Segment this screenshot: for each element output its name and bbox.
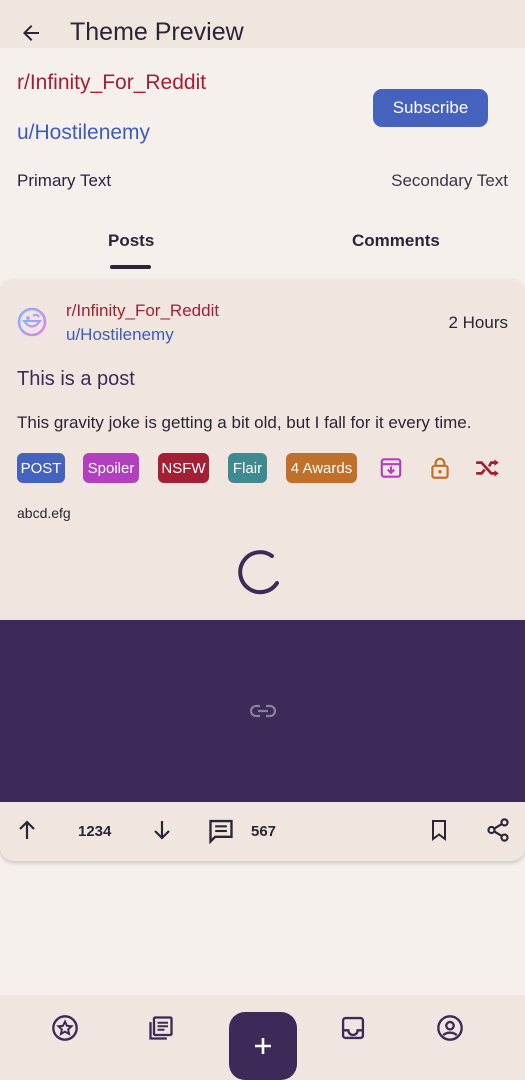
subscribe-button[interactable]: Subscribe [373,89,488,127]
secondary-text-sample: Secondary Text [391,171,508,190]
post-body: This gravity joke is getting a bit old, … [17,413,472,432]
app-bar: Theme Preview [0,0,525,48]
star-circle-icon [52,1015,78,1041]
share-icon [487,818,509,842]
arrow-up-icon [19,820,35,839]
post-author[interactable]: u/Hostilenemy [66,325,174,345]
subreddit-icon [17,307,47,337]
post-subreddit[interactable]: r/Infinity_For_Reddit [66,301,219,321]
post-time: 2 Hours [448,313,508,332]
username[interactable]: u/Hostilenemy [17,121,150,145]
post-card[interactable]: r/Infinity_For_Reddit u/Hostilenemy 2 Ho… [0,279,525,861]
inbox-icon [341,1016,365,1040]
nav-subscriptions-button[interactable] [51,1014,79,1042]
comment-icon [209,819,233,845]
plus-icon [255,1038,271,1054]
page-title: Theme Preview [70,18,244,46]
nsfw-chip[interactable]: NSFW [158,453,209,483]
primary-text-sample: Primary Text [17,171,112,190]
nav-inbox-button[interactable] [339,1014,367,1042]
spoiler-chip[interactable]: Spoiler [83,453,139,483]
comments-button[interactable] [207,817,235,845]
nav-multireddit-button[interactable] [147,1014,175,1042]
arrow-down-icon [154,821,170,840]
tab-posts[interactable]: Posts [108,231,154,251]
crosspost-icon [474,454,502,482]
nav-profile-button[interactable] [436,1014,464,1042]
post-title[interactable]: This is a post [17,368,135,391]
tab-comments[interactable]: Comments [352,231,440,251]
bookmark-icon [432,820,446,841]
account-circle-icon [437,1015,463,1041]
post-action-bar: 1234 567 [0,802,525,861]
vote-score: 1234 [78,823,112,840]
save-button[interactable] [427,817,451,843]
back-button[interactable] [14,16,48,50]
newspaper-icon [149,1016,173,1040]
link-icon [249,704,277,718]
flair-chip[interactable]: Flair [228,453,267,483]
arrow-left-icon [23,25,39,41]
post-domain: abcd.efg [17,505,71,521]
share-button[interactable] [485,817,511,843]
loading-spinner-icon [238,550,279,595]
create-post-button[interactable] [229,1012,297,1080]
awards-chip[interactable]: 4 Awards [286,453,357,483]
comment-count: 567 [251,823,277,840]
post-type-chip[interactable]: POST [17,453,65,483]
lock-icon [426,454,454,482]
link-preview[interactable] [0,620,525,802]
downvote-button[interactable] [150,817,174,843]
tab-indicator [110,265,151,269]
subreddit-name[interactable]: r/Infinity_For_Reddit [17,71,206,95]
upvote-button[interactable] [15,817,39,843]
archive-icon [377,454,405,482]
